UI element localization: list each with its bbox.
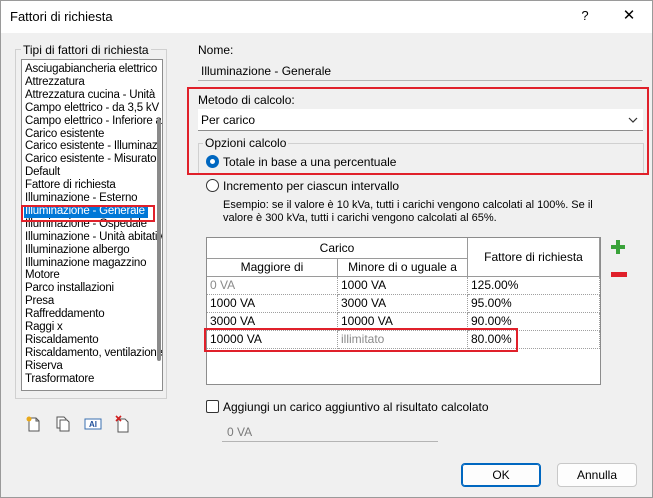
svg-text:AI: AI <box>89 420 97 429</box>
list-item[interactable]: Carico esistente - Illuminazi <box>25 140 160 153</box>
list-item[interactable]: Riserva <box>25 360 63 373</box>
row2-max-cell[interactable]: 3000 VA <box>338 295 468 313</box>
list-item[interactable]: Carico esistente <box>25 128 104 141</box>
delete-type-icon[interactable] <box>114 415 132 433</box>
load-group-header: Carico <box>207 238 468 259</box>
list-item[interactable]: Presa <box>25 295 54 308</box>
list-item[interactable]: Attrezzatura <box>25 76 85 89</box>
list-item[interactable]: Attrezzatura cucina - Unità <box>25 89 155 102</box>
min-column-header[interactable]: Maggiore di <box>207 259 338 277</box>
cancel-button[interactable]: Annulla <box>557 463 637 487</box>
rename-type-icon[interactable]: AI <box>84 415 102 433</box>
title-bar: Fattori di richiesta ? ✕ <box>1 1 652 33</box>
types-listbox[interactable]: Asciugabiancheria elettrico Attrezzatura A… <box>21 59 163 391</box>
radio-total-percentage-label: Totale in base a una percentuale <box>223 155 397 169</box>
list-item[interactable]: Raggi x <box>25 321 63 334</box>
additional-load-field: 0 VA <box>222 422 438 442</box>
remove-row-icon[interactable] <box>611 271 627 279</box>
list-item[interactable]: Illuminazione albergo <box>25 244 130 257</box>
row1-min-cell: 0 VA <box>207 277 338 295</box>
additional-load-checkbox[interactable] <box>206 400 219 413</box>
list-item[interactable]: Fattore di richiesta <box>25 179 116 192</box>
list-item[interactable]: Trasformatore <box>25 373 94 386</box>
list-scrollbar[interactable] <box>157 119 161 361</box>
window-title: Fattori di richiesta <box>10 9 113 24</box>
example-text: Esempio: se il valore è 10 kVa, tutti i … <box>223 199 593 224</box>
list-item[interactable]: Default <box>25 166 60 179</box>
ok-button[interactable]: OK <box>461 463 541 487</box>
method-label: Metodo di calcolo: <box>198 93 295 107</box>
method-dropdown[interactable]: Per carico <box>198 109 643 131</box>
list-item[interactable]: Carico esistente - Misurato <box>25 153 157 166</box>
list-item[interactable]: Riscaldamento, ventilazione <box>25 347 162 360</box>
max-column-header-label: Minore di o uguale a <box>348 260 457 274</box>
list-item[interactable]: Campo elettrico - Inferiore a <box>25 115 162 128</box>
duplicate-type-icon[interactable] <box>54 415 72 433</box>
last-row-highlight <box>204 328 518 352</box>
name-field[interactable]: Illuminazione - Generale <box>198 61 642 81</box>
list-item[interactable]: Raffreddamento <box>25 308 105 321</box>
method-selected-value: Per carico <box>201 113 256 127</box>
factor-column-header-label: Fattore di richiesta <box>484 250 583 264</box>
close-button[interactable]: ✕ <box>609 2 649 30</box>
list-item[interactable]: Campo elettrico - da 3,5 kV <box>25 102 159 115</box>
demand-factor-table: Carico Maggiore di Minore di o uguale a … <box>206 237 601 385</box>
dialog-window: Fattori di richiesta ? ✕ Tipi di fattori… <box>0 0 653 498</box>
additional-load-label: Aggiungi un carico aggiuntivo al risulta… <box>223 400 489 414</box>
add-row-icon[interactable] <box>610 239 626 255</box>
name-label: Nome: <box>198 43 234 57</box>
new-type-icon[interactable] <box>25 415 43 433</box>
radio-total-percentage[interactable] <box>206 155 219 168</box>
row1-max-cell[interactable]: 1000 VA <box>338 277 468 295</box>
chevron-down-icon <box>628 117 638 123</box>
list-item[interactable]: Motore <box>25 269 60 282</box>
name-value: Illuminazione - Generale <box>201 64 332 78</box>
list-item[interactable]: Illuminazione magazzino <box>25 257 147 270</box>
types-group-label: Tipi di fattori di richiesta <box>21 43 151 57</box>
additional-load-value: 0 VA <box>227 425 253 439</box>
row1-factor-cell[interactable]: 125.00% <box>468 277 600 295</box>
list-item[interactable]: Asciugabiancheria elettrico <box>25 63 157 76</box>
selected-item-highlight <box>21 205 155 222</box>
load-group-header-label: Carico <box>319 241 355 255</box>
list-item[interactable]: Riscaldamento <box>25 334 99 347</box>
row2-min-cell: 1000 VA <box>207 295 338 313</box>
radio-increment-interval[interactable] <box>206 179 219 192</box>
radio-increment-interval-label: Incremento per ciascun intervallo <box>223 179 400 193</box>
help-button[interactable]: ? <box>567 2 603 30</box>
list-item[interactable]: Illuminazione - Esterno <box>25 192 138 205</box>
list-item[interactable]: Parco installazioni <box>25 282 114 295</box>
options-group-label: Opzioni calcolo <box>203 136 289 150</box>
row2-factor-cell[interactable]: 95.00% <box>468 295 600 313</box>
max-column-header[interactable]: Minore di o uguale a <box>338 259 468 277</box>
list-item[interactable]: Illuminazione - Unità abitativ <box>25 231 162 244</box>
min-column-header-label: Maggiore di <box>240 260 304 274</box>
factor-column-header[interactable]: Fattore di richiesta <box>468 238 600 277</box>
